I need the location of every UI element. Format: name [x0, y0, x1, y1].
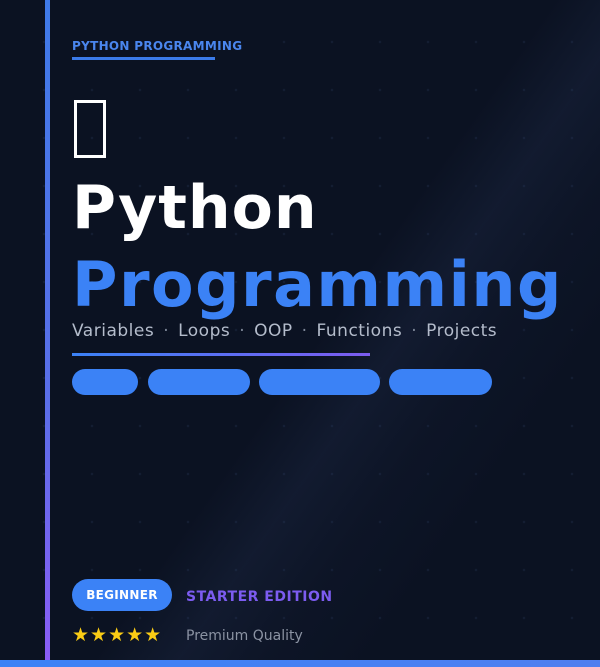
topic-item: OOP [254, 321, 293, 341]
star-rating: ★★★★★ [72, 624, 163, 646]
bottom-accent-bar [0, 660, 600, 667]
topic-separator: · [301, 321, 308, 341]
accent-vertical-bar [45, 0, 50, 667]
eyebrow-label: PYTHON PROGRAMMING [72, 39, 243, 53]
topic-item: Loops [178, 321, 231, 341]
eyebrow-underline [72, 57, 215, 60]
tag-pill [389, 369, 492, 395]
topic-separator: · [411, 321, 418, 341]
topic-item: Projects [426, 321, 498, 341]
tag-pill [72, 369, 138, 395]
title-line-2: Programming [72, 248, 563, 321]
topic-separator: · [239, 321, 246, 341]
missing-glyph-box-icon [74, 100, 106, 158]
tag-pill [148, 369, 250, 395]
topic-list: Variables · Loops · OOP · Functions · Projects [72, 321, 497, 341]
topic-separator: · [163, 321, 170, 341]
title-line-1: Python [72, 173, 318, 243]
topic-item: Variables [72, 321, 155, 341]
tag-pill [259, 369, 380, 395]
level-badge: BEGINNER [72, 579, 172, 611]
edition-label: STARTER EDITION [186, 589, 333, 605]
topic-item: Functions [316, 321, 403, 341]
quality-label: Premium Quality [186, 628, 303, 644]
gradient-divider [72, 353, 370, 356]
